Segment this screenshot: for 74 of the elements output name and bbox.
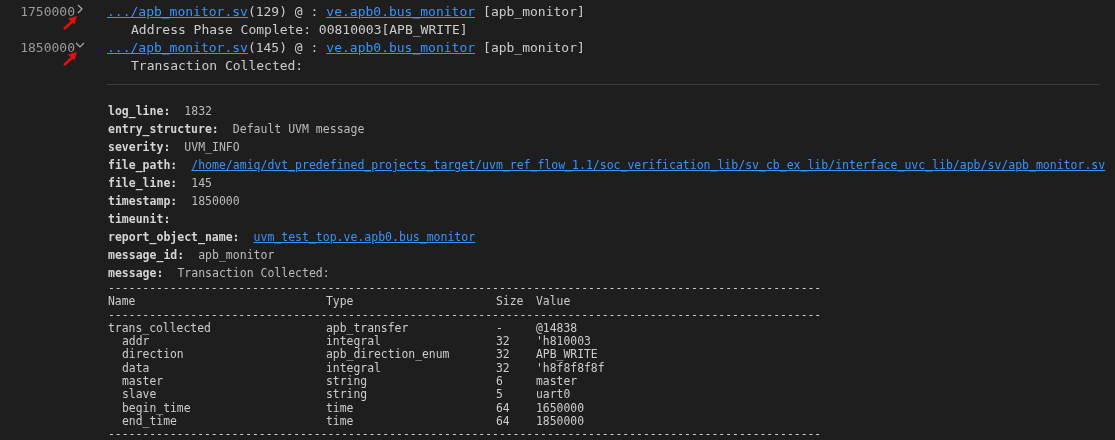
table-cell-text: 1850000 <box>536 414 585 429</box>
field-value: 1850000 <box>191 193 240 210</box>
column-header: Type <box>326 295 355 309</box>
table-cell-text: apb_direction_enum <box>326 348 451 362</box>
field-label: report_object_name: <box>108 229 240 246</box>
table-cell-text: 5 <box>496 388 504 402</box>
file-link[interactable]: .../apb_monitor.sv <box>107 3 248 21</box>
field-link[interactable]: /home/amiq/dvt_predefined_projects_target/uvm_ref_flow_1.1/soc_verification_lib/sv_cb_ex_lib/interface_uvc_lib/apb/sv/apb_monitor.sv <box>191 156 1106 174</box>
table-cell-text: 64 <box>496 414 511 429</box>
chevron-down-icon[interactable] <box>75 40 85 50</box>
table-cell-text: addr <box>122 335 150 349</box>
field-label: message_id: <box>108 247 185 264</box>
field-label: file_path: <box>108 157 178 174</box>
table-cell-text: 32 <box>496 348 511 362</box>
table-cell-text: APB_WRITE <box>536 348 598 362</box>
tag-text: [apb_monitor] <box>483 39 585 57</box>
table-cell-text: end_time <box>121 414 177 429</box>
location-text: (145) @ : <box>247 39 319 57</box>
field-label: file_line: <box>108 175 178 192</box>
field-value: Default UVM message <box>232 121 365 138</box>
field-label: log_line: <box>108 103 171 120</box>
field-value: apb_monitor <box>198 247 275 264</box>
field-label: message: <box>108 265 164 282</box>
field-label: timestamp: <box>108 193 178 210</box>
table-cell-text: master <box>121 375 165 389</box>
dashed-rule: -------------------------------------------------------------------------------------------------------- <box>108 282 823 295</box>
chevron-right-icon[interactable] <box>75 4 85 14</box>
file-link[interactable]: .../apb_monitor.sv <box>107 39 248 57</box>
table-cell-text: 1650000 <box>536 401 585 415</box>
annotation-arrow-icon <box>63 15 78 30</box>
table-cell-text: trans_collected <box>108 321 212 336</box>
field-value: Transaction Collected: <box>177 265 330 282</box>
table-cell-text: @14838 <box>536 321 579 335</box>
table-cell-text: 6 <box>496 375 504 389</box>
table-cell-text: uart0 <box>536 388 572 402</box>
table-cell-text: time <box>326 401 354 415</box>
location-text: (129) @ : <box>247 3 319 21</box>
table-cell-text: string <box>326 375 368 389</box>
tag-text: [apb_monitor] <box>483 3 585 21</box>
table-cell-text: slave <box>121 388 158 402</box>
timestamp: 1850000 <box>19 39 75 57</box>
field-value: 1832 <box>184 103 212 120</box>
table-cell-text: 'h810003 <box>536 335 592 349</box>
dashed-rule: -------------------------------------------------------------------------------------------------------- <box>108 308 823 322</box>
table-cell-text: 64 <box>496 401 511 415</box>
field-label: severity: <box>108 139 171 156</box>
scope-link[interactable]: ve.apb0.bus_monitor <box>326 3 476 21</box>
table-cell-text: direction <box>121 348 185 362</box>
table-cell-text: 32 <box>496 361 511 376</box>
log-message: Transaction Collected: <box>131 58 304 73</box>
column-header: Name <box>108 295 137 309</box>
column-header: Value <box>536 295 572 309</box>
table-cell-text: data <box>121 361 151 376</box>
field-label: entry_structure: <box>108 121 219 138</box>
field-link[interactable]: uvm_test_top.ve.apb0.bus_monitor <box>253 228 476 246</box>
table-cell-text: integral <box>326 335 381 349</box>
timestamp: 1750000 <box>19 3 75 21</box>
table-cell-text: time <box>326 414 355 429</box>
table-cell-text: apb_transfer <box>326 321 410 336</box>
field-label: timeunit: <box>108 211 171 228</box>
field-value: 145 <box>191 175 213 192</box>
table-cell-text: 32 <box>496 335 511 349</box>
scope-link[interactable]: ve.apb0.bus_monitor <box>326 39 476 57</box>
table-cell-text: begin_time <box>121 401 192 415</box>
table-cell-text: - <box>496 321 504 336</box>
dashed-rule: -------------------------------------------------------------------------------------------------------- <box>108 428 823 440</box>
field-value: UVM_INFO <box>184 139 240 156</box>
table-cell-text: 'h8f8f8f8f <box>536 361 606 376</box>
table-cell-text: master <box>536 375 579 389</box>
column-header: Size <box>496 295 525 309</box>
table-cell-text: string <box>326 388 369 402</box>
log-message: Address Phase Complete: 00810003[APB_WRITE] <box>131 22 468 37</box>
annotation-arrow-icon <box>63 51 78 66</box>
table-cell-text: integral <box>326 361 381 376</box>
